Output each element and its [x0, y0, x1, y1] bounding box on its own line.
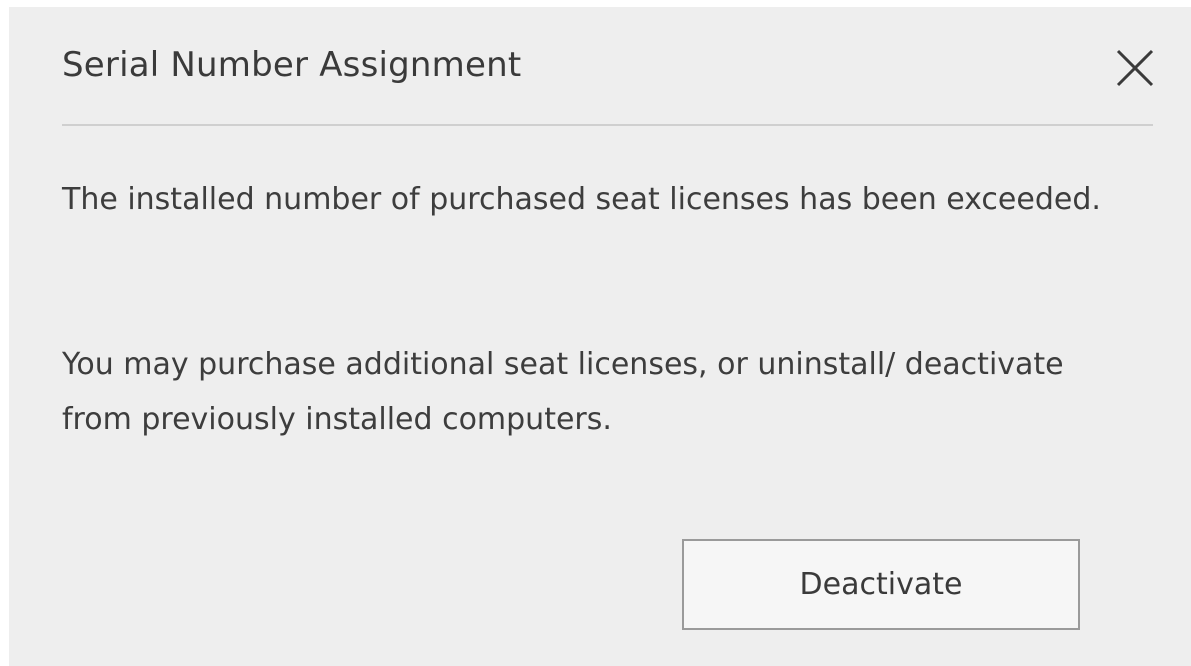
- serial-number-dialog: Serial Number Assignment The installed n…: [9, 7, 1191, 666]
- dialog-title: Serial Number Assignment: [62, 45, 522, 85]
- title-divider: [62, 124, 1153, 126]
- deactivate-button[interactable]: Deactivate: [682, 539, 1080, 630]
- license-help-message: You may purchase additional seat license…: [62, 347, 1064, 437]
- license-exceeded-message: The installed number of purchased seat l…: [62, 182, 1101, 217]
- close-button[interactable]: [1113, 46, 1157, 90]
- close-icon: [1116, 49, 1154, 87]
